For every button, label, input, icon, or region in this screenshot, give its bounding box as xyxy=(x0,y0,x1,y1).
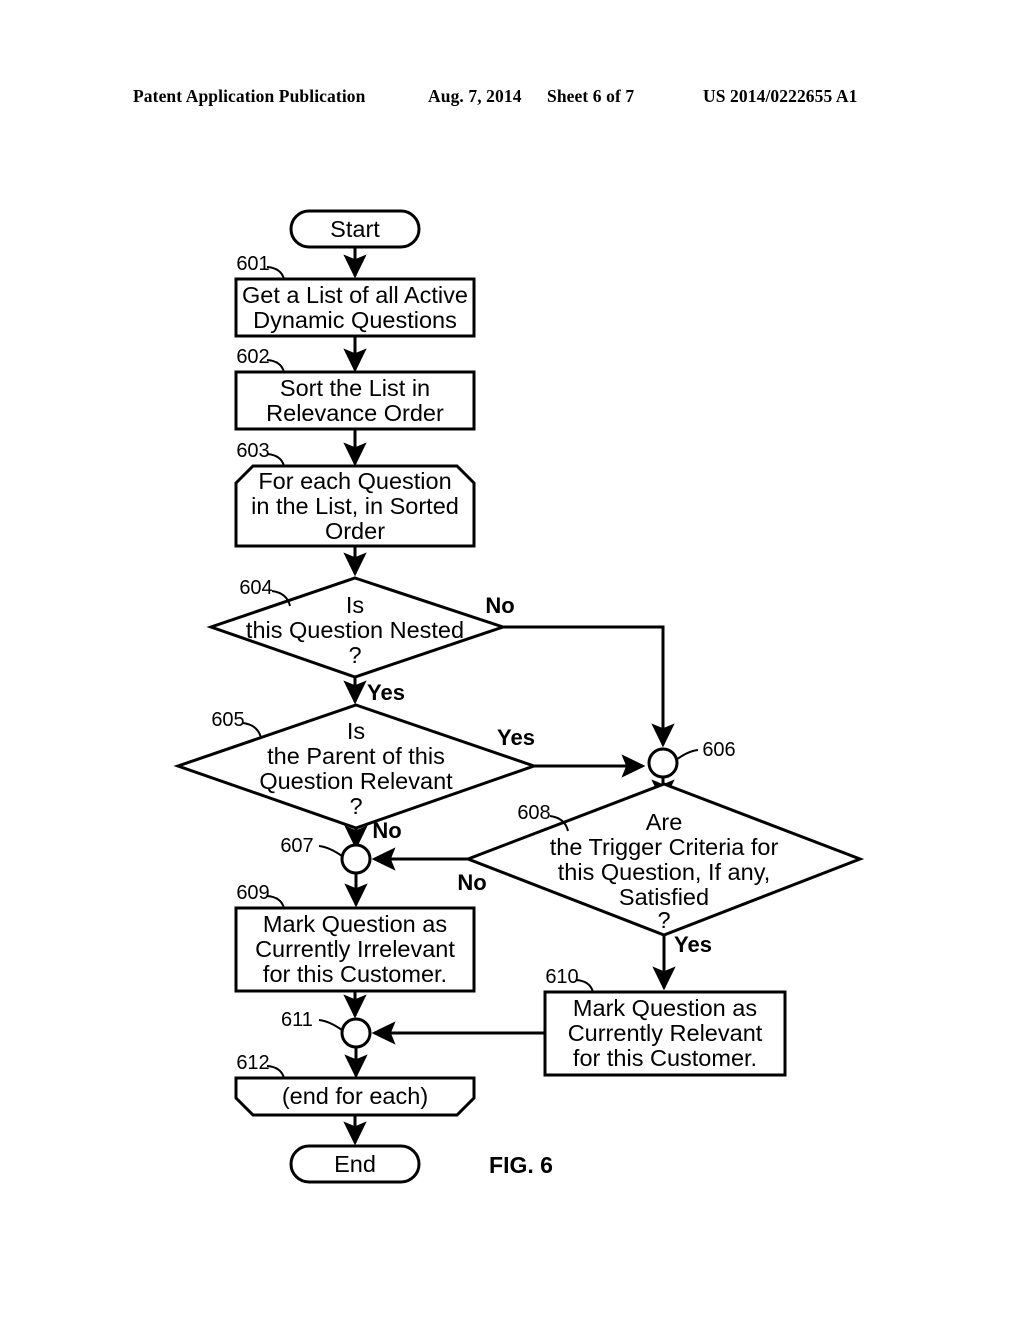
figure-label: FIG. 6 xyxy=(489,1152,553,1178)
node-608-line3: this Question, If any, xyxy=(558,859,770,885)
end-terminal-label: End xyxy=(334,1151,376,1177)
node-611: 611 xyxy=(281,1009,372,1049)
flowchart-figure: Start Get a List of all Active Dynamic Q… xyxy=(173,209,865,1184)
node-612-ref: 612 xyxy=(236,1052,269,1074)
node-604-line2: this Question Nested xyxy=(246,617,464,643)
branch-605-yes-label: Yes xyxy=(497,725,535,750)
node-607-ref-leader xyxy=(318,845,343,857)
node-605-ref-leader xyxy=(242,722,262,739)
node-608: Are the Trigger Criteria for this Questi… xyxy=(463,782,865,937)
node-608-line2: the Trigger Criteria for xyxy=(550,834,779,860)
node-601-ref: 601 xyxy=(236,253,269,275)
node-611-shape xyxy=(340,1017,372,1049)
node-611-ref-leader xyxy=(318,1019,343,1031)
node-610-line1: Mark Question as xyxy=(573,995,757,1021)
node-605-ref: 605 xyxy=(211,709,244,731)
node-605-line2: the Parent of this xyxy=(267,743,445,769)
node-601-line2: Dynamic Questions xyxy=(253,307,457,333)
node-610-ref: 610 xyxy=(545,966,578,988)
node-610-line2: Currently Relevant xyxy=(568,1020,763,1046)
node-602-line1: Sort the List in xyxy=(280,375,430,401)
node-608-line1: Are xyxy=(646,809,683,835)
branch-604-no-label: No xyxy=(485,593,514,618)
node-604-line3: ? xyxy=(348,642,361,668)
branch-605-no-label: No xyxy=(372,818,401,843)
node-607-shape xyxy=(340,843,372,875)
node-603-line3: Order xyxy=(325,518,385,544)
node-604: Is this Question Nested ? 604 xyxy=(206,576,508,679)
node-603-line2: in the List, in Sorted xyxy=(251,493,459,519)
node-608-ref: 608 xyxy=(517,802,550,824)
node-605-line1: Is xyxy=(347,718,365,744)
node-609-line2: Currently Irrelevant xyxy=(255,936,455,962)
node-605: Is the Parent of this Question Relevant … xyxy=(173,703,539,830)
node-606-ref: 606 xyxy=(702,739,735,761)
node-612-line1: (end for each) xyxy=(282,1083,428,1109)
patent-page: Patent Application Publication Aug. 7, 2… xyxy=(0,0,1024,1320)
node-602-line2: Relevance Order xyxy=(266,400,444,426)
node-608-line5: ? xyxy=(657,907,670,933)
node-611-ref: 611 xyxy=(281,1009,313,1031)
node-607-ref: 607 xyxy=(280,835,313,857)
node-603-ref: 603 xyxy=(236,440,269,462)
branch-608-no-label: No xyxy=(457,870,486,895)
node-602-ref: 602 xyxy=(236,346,269,368)
node-605-line3: Question Relevant xyxy=(259,768,453,794)
start-terminal-label: Start xyxy=(330,216,380,242)
branch-604-yes-label: Yes xyxy=(367,680,405,705)
node-604-line1: Is xyxy=(346,592,364,618)
node-601-line1: Get a List of all Active xyxy=(242,282,468,308)
node-609-line1: Mark Question as xyxy=(263,911,447,937)
branch-608-yes-label: Yes xyxy=(674,932,712,957)
node-609-ref: 609 xyxy=(236,882,269,904)
node-610-line3: for this Customer. xyxy=(573,1045,757,1071)
node-606-shape xyxy=(647,747,679,779)
node-609-line3: for this Customer. xyxy=(263,961,447,987)
node-start: Start xyxy=(289,209,421,249)
node-605-line4: ? xyxy=(349,793,362,819)
node-604-ref: 604 xyxy=(239,577,272,599)
node-end: End xyxy=(289,1144,421,1184)
node-603-line1: For each Question xyxy=(258,468,451,494)
node-606-ref-leader xyxy=(675,749,699,761)
